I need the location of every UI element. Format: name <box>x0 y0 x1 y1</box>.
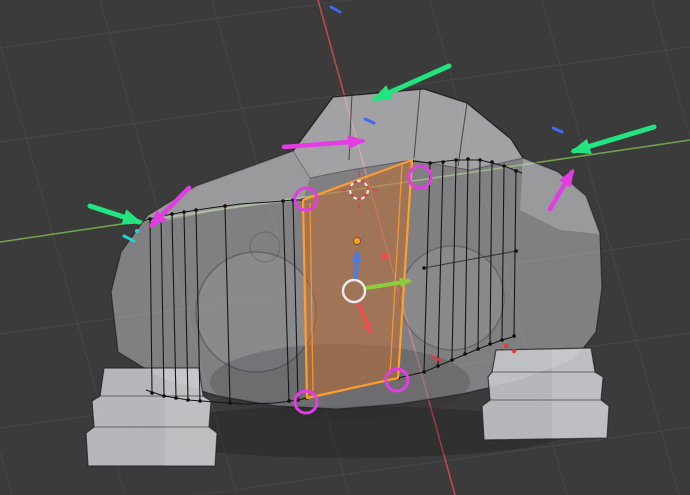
green-arrow-left <box>87 203 143 225</box>
origin-dot <box>353 237 361 245</box>
car-foot-right[interactable] <box>481 347 610 441</box>
red-marker-box <box>381 254 389 260</box>
viewport-canvas[interactable] <box>0 0 690 495</box>
gizmo-z-axis-arrow[interactable] <box>351 250 362 280</box>
blender-3d-viewport[interactable] <box>0 0 690 495</box>
